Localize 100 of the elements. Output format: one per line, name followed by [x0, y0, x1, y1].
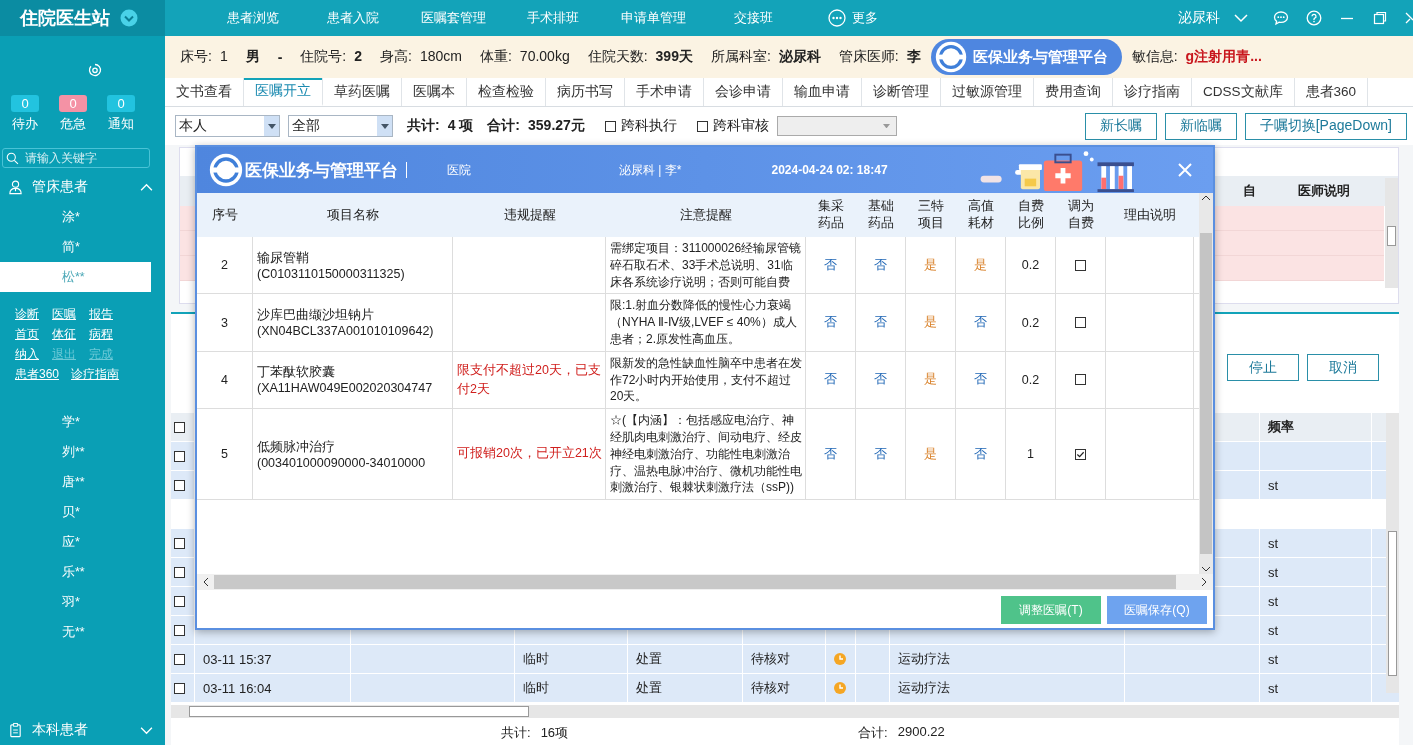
patient-item[interactable]: 应*	[0, 527, 151, 557]
patient-item[interactable]: 松**	[0, 262, 151, 292]
column-header: 自费比例	[1017, 198, 1045, 232]
nav-item[interactable]: 医嘱套管理	[403, 9, 503, 27]
tab[interactable]: 草药医嘱	[323, 78, 402, 106]
patient-item[interactable]: 羽*	[0, 587, 151, 617]
tab[interactable]: 诊断管理	[862, 78, 941, 106]
table-cell: 待核对	[751, 650, 790, 668]
field-value: g注射用青...	[1185, 48, 1262, 66]
platform-badge[interactable]: 医保业务与管理平台	[930, 39, 1122, 75]
patient-item[interactable]: 学*	[0, 407, 151, 437]
checkbox[interactable]	[1075, 317, 1086, 329]
nav-item[interactable]: 交接班	[703, 9, 803, 27]
checkbox[interactable]	[174, 624, 185, 636]
department-dropdown[interactable]: 泌尿科	[1178, 9, 1248, 27]
patient-action-link[interactable]: 诊断	[15, 306, 40, 323]
patient-action-link[interactable]: 纳入	[15, 346, 40, 363]
patient-item[interactable]: 唐**	[0, 467, 151, 497]
group-header[interactable]: 管床患者	[0, 172, 165, 202]
tab[interactable]: 患者360	[1294, 78, 1369, 106]
table-cell: 临时	[523, 650, 549, 668]
count-badge[interactable]: 0	[11, 95, 39, 112]
tab[interactable]: 诊疗指南	[1113, 78, 1192, 106]
patient-item[interactable]: 贝*	[0, 497, 151, 527]
help-icon[interactable]	[1306, 10, 1322, 26]
checkbox[interactable]	[174, 566, 185, 578]
item-code: (003401000090000-34010000	[257, 455, 426, 470]
nav-item[interactable]: 患者入院	[303, 9, 403, 27]
patient-action-link[interactable]: 诊疗指南	[71, 366, 120, 383]
scroll-right-icon[interactable]	[1199, 577, 1209, 587]
checkbox[interactable]	[174, 595, 185, 607]
close-button[interactable]	[1177, 162, 1193, 178]
dialog-button[interactable]: 调整医嘱(T)	[1001, 596, 1101, 624]
patient-action-link[interactable]: 体征	[52, 326, 77, 343]
counter-label: 危急	[60, 115, 86, 133]
nav-item[interactable]: 申请单管理	[603, 9, 703, 27]
order-button[interactable]: 新临嘱	[1164, 112, 1237, 140]
order-button[interactable]: 子嘱切换[PageDown]	[1244, 112, 1407, 140]
dropdown-icon[interactable]	[120, 9, 138, 27]
scrollbar[interactable]	[171, 705, 1399, 718]
checkbox[interactable]: 跨科执行	[604, 117, 677, 135]
tab[interactable]: 会诊申请	[704, 78, 783, 106]
tab[interactable]: 手术申请	[625, 78, 704, 106]
patient-action-link[interactable]: 首页	[15, 326, 40, 343]
patient-action-link[interactable]: 报告	[89, 306, 114, 323]
filter-dropdown[interactable]: 本人	[175, 115, 280, 137]
column-header: 基础药品	[867, 198, 895, 232]
nav-item[interactable]: 更多	[803, 9, 903, 27]
tab[interactable]: 检查检验	[467, 78, 546, 106]
filter-dropdown[interactable]: 全部	[288, 115, 393, 137]
count-badge[interactable]: 0	[59, 95, 87, 112]
nav-item[interactable]: 患者浏览	[203, 9, 303, 27]
tab[interactable]: 费用查询	[1034, 78, 1113, 106]
scroll-down-icon[interactable]	[1201, 564, 1211, 574]
clipboard-icon	[8, 722, 23, 738]
scroll-up-icon[interactable]	[1201, 193, 1211, 203]
table-cell: 否	[874, 314, 887, 332]
tab[interactable]: 病历书写	[546, 78, 625, 106]
chat-icon[interactable]	[1273, 10, 1289, 26]
order-button[interactable]: 新长嘱	[1084, 112, 1157, 140]
refresh-icon[interactable]	[87, 62, 103, 78]
count-badge[interactable]: 0	[107, 95, 135, 112]
checkbox[interactable]	[1075, 448, 1086, 460]
patient-action-link[interactable]: 医嘱	[52, 306, 77, 323]
scrollbar[interactable]	[1386, 413, 1399, 693]
tab[interactable]: 过敏源管理	[941, 78, 1034, 106]
action-button[interactable]: 取消	[1307, 354, 1379, 381]
counter-label: 待办	[12, 115, 38, 133]
checkbox[interactable]	[174, 682, 185, 694]
scrollbar[interactable]	[1199, 193, 1213, 574]
patient-item[interactable]: 简*	[0, 232, 151, 262]
table-cell: 1	[1006, 409, 1056, 500]
checkbox[interactable]	[1075, 259, 1086, 271]
patient-item[interactable]: 涂*	[0, 202, 151, 232]
patient-action-link[interactable]: 病程	[89, 326, 114, 343]
checkbox[interactable]	[174, 653, 185, 665]
patient-item[interactable]: 刿**	[0, 437, 151, 467]
group-header[interactable]: 本科患者	[0, 715, 165, 745]
action-button[interactable]: 停止	[1227, 354, 1299, 381]
search-field[interactable]: 请输入关键字	[2, 148, 150, 168]
patient-item[interactable]: 乐**	[0, 557, 151, 587]
tab[interactable]: 医嘱本	[402, 78, 467, 106]
tab[interactable]: CDSS文献库	[1192, 78, 1295, 106]
scroll-left-icon[interactable]	[201, 577, 211, 587]
checkbox[interactable]	[1075, 374, 1086, 386]
tab[interactable]: 医嘱开立	[244, 78, 323, 106]
scrollbar[interactable]	[1385, 178, 1398, 288]
checkbox[interactable]	[174, 450, 185, 462]
patient-action-link[interactable]: 患者360	[15, 366, 60, 383]
patient-item[interactable]: 无**	[0, 617, 151, 647]
checkbox[interactable]	[174, 421, 185, 433]
checkbox[interactable]: 跨科审核	[696, 117, 769, 135]
checkbox[interactable]	[174, 479, 185, 491]
scrollbar[interactable]	[197, 574, 1213, 590]
restore-icon[interactable]	[1372, 10, 1388, 26]
nav-item[interactable]: 手术排班	[503, 9, 603, 27]
checkbox[interactable]	[174, 537, 185, 549]
close-icon[interactable]	[1405, 10, 1413, 26]
dialog-button[interactable]: 医嘱保存(Q)	[1107, 596, 1207, 624]
tab[interactable]: 输血申请	[783, 78, 862, 106]
